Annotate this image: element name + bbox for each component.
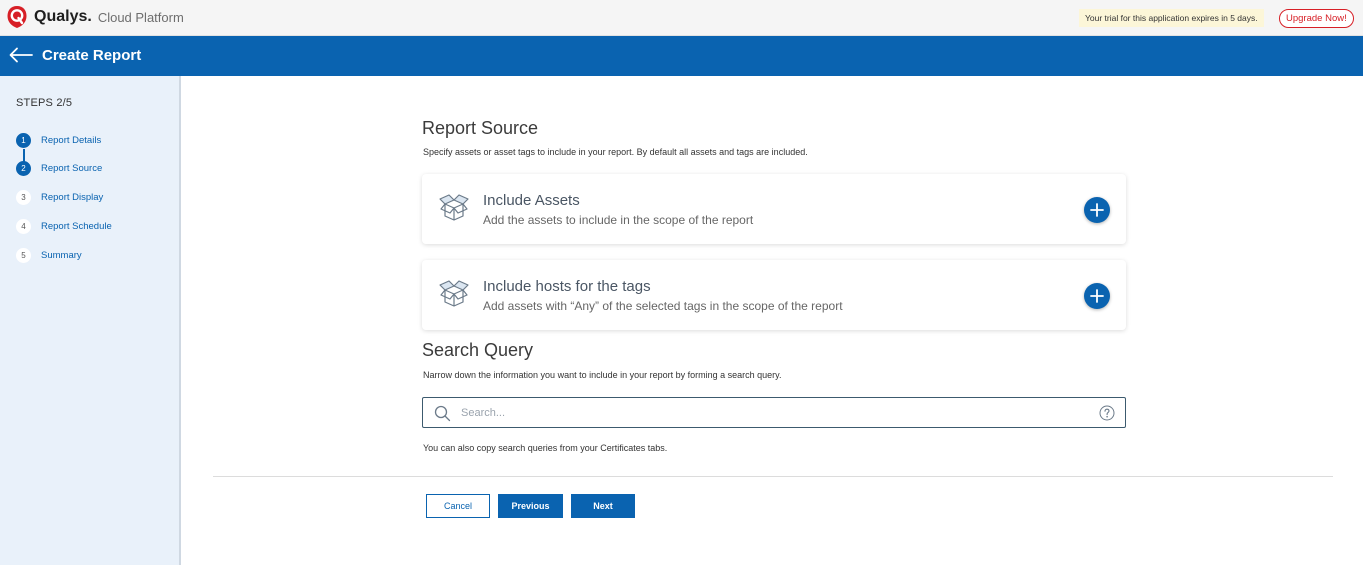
search-input[interactable] [461,402,1081,424]
search-query-box [422,397,1126,428]
trial-notice: Your trial for this application expires … [1079,9,1264,27]
qualys-logo[interactable]: Qualys. Cloud Platform [6,5,184,29]
step-number-badge: 5 [16,248,31,263]
card-description: Add assets with “Any” of the selected ta… [483,299,843,313]
next-button[interactable]: Next [571,494,635,518]
step-label: Report Source [41,163,103,174]
footer-divider [213,476,1333,477]
search-query-hint: You can also copy search queries from yo… [423,443,668,453]
card-title: Include Assets [483,192,580,209]
upgrade-now-button[interactable]: Upgrade Now! [1279,9,1354,28]
steps-sidebar: STEPS 2/5 1 Report Details 2 Report Sour… [0,76,181,565]
include-assets-card: Include Assets Add the assets to include… [422,174,1126,244]
step-label: Summary [41,250,82,261]
add-assets-button[interactable] [1084,197,1110,223]
search-query-description: Narrow down the information you want to … [423,370,782,380]
cancel-button[interactable]: Cancel [426,494,490,518]
page-title: Create Report [42,47,142,64]
report-source-title: Report Source [422,118,539,138]
step-number-badge: 3 [16,190,31,205]
plus-icon [1090,203,1104,217]
step-label: Report Display [41,192,104,203]
search-query-title: Search Query [422,340,534,360]
step-label: Report Details [41,135,102,146]
steps-progress-label: STEPS 2/5 [16,97,73,109]
step-number-badge: 1 [16,133,31,148]
step-summary[interactable]: 5 Summary [16,248,82,263]
top-bar: Qualys. Cloud Platform Your trial for th… [0,0,1363,36]
open-box-icon [439,280,469,307]
previous-button[interactable]: Previous [498,494,563,518]
step-report-display[interactable]: 3 Report Display [16,190,103,205]
help-icon[interactable] [1099,405,1115,421]
step-report-schedule[interactable]: 4 Report Schedule [16,219,112,234]
step-number-badge: 2 [16,161,31,176]
back-arrow-icon[interactable] [8,45,34,65]
add-tags-button[interactable] [1084,283,1110,309]
brand-name: Qualys. [34,8,92,25]
card-title: Include hosts for the tags [483,278,651,295]
include-hosts-for-tags-card: Include hosts for the tags Add assets wi… [422,260,1126,330]
step-number-badge: 4 [16,219,31,234]
plus-icon [1090,289,1104,303]
step-label: Report Schedule [41,221,112,232]
qualys-shield-icon [7,6,27,28]
search-icon [434,405,451,422]
step-report-details[interactable]: 1 Report Details [16,133,101,148]
open-box-icon [439,194,469,221]
product-name: Cloud Platform [97,9,184,25]
card-description: Add the assets to include in the scope o… [483,213,754,227]
page-header: Create Report [0,36,1363,76]
step-report-source[interactable]: 2 Report Source [16,161,102,176]
report-source-description: Specify assets or asset tags to include … [423,147,808,157]
